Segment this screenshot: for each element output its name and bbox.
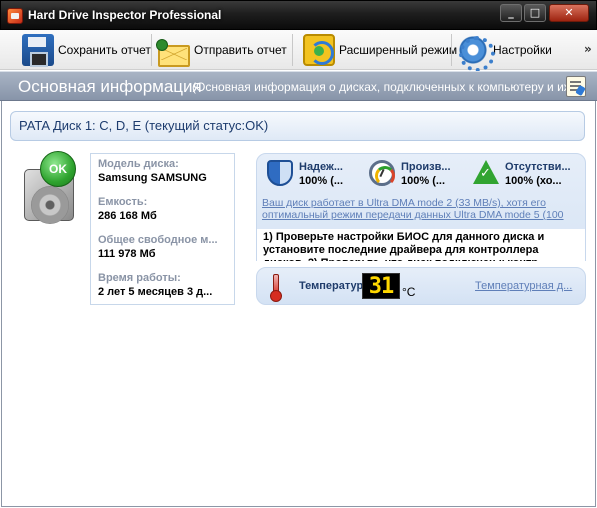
settings-button[interactable]: Настройки bbox=[457, 32, 552, 72]
no-errors-check-icon bbox=[473, 160, 499, 184]
performance-gauge-icon bbox=[369, 160, 395, 186]
reliability-metric[interactable]: Надеж... 100% (... bbox=[267, 160, 371, 192]
toolbar-separator bbox=[151, 34, 152, 66]
window-title: Hard Drive Inspector Professional bbox=[28, 8, 222, 22]
uptime-row: Время работы: 2 лет 5 месяцев 3 д... bbox=[98, 272, 232, 298]
capacity-label: Емкость: bbox=[98, 196, 148, 208]
disk-platter bbox=[31, 186, 69, 224]
disk-model-row: Модель диска: Samsung SAMSUNG bbox=[98, 158, 232, 184]
toolbar-overflow-button[interactable]: » bbox=[584, 42, 592, 56]
performance-label: Произв... bbox=[401, 161, 451, 173]
reliability-label: Надеж... bbox=[299, 161, 343, 173]
maximize-button[interactable]: □ bbox=[524, 4, 546, 22]
disk-header[interactable]: PATA Диск 1: C, D, E (текущий статус:OK) bbox=[10, 111, 585, 141]
disk-header-label: PATA Диск 1: C, D, E (текущий статус:OK) bbox=[19, 118, 269, 133]
performance-value: 100% (... bbox=[401, 175, 446, 187]
hard-disk-icon: OK bbox=[24, 151, 78, 224]
close-button[interactable]: ✕ bbox=[549, 4, 589, 22]
settings-gear-icon bbox=[457, 34, 495, 72]
capacity-row: Емкость: 286 168 Мб bbox=[98, 196, 232, 222]
save-report-icon bbox=[22, 34, 54, 67]
settings-label: Настройки bbox=[493, 43, 552, 57]
no-errors-label: Отсутстви... bbox=[505, 161, 571, 173]
toolbar-separator bbox=[292, 34, 293, 66]
save-report-label: Сохранить отчет bbox=[58, 43, 151, 57]
performance-metric[interactable]: Произв... 100% (... bbox=[369, 160, 473, 192]
title-bar: Hard Drive Inspector Professional _ □ ✕ bbox=[0, 0, 597, 30]
send-report-button[interactable]: Отправить отчет bbox=[156, 32, 287, 68]
report-edit-icon[interactable] bbox=[566, 76, 586, 97]
temperature-display: 31 bbox=[362, 273, 400, 299]
disk-model-label: Модель диска: bbox=[98, 158, 179, 170]
temperature-unit: °C bbox=[402, 285, 416, 299]
advanced-mode-icon bbox=[303, 34, 335, 66]
free-space-label: Общее свободное м... bbox=[98, 234, 218, 246]
dma-mode-link[interactable]: Ваш диск работает в Ultra DMA mode 2 (33… bbox=[262, 197, 580, 221]
temperature-panel: Температура 31 °C Температурная д... bbox=[256, 267, 586, 305]
capacity-value: 286 168 Мб bbox=[98, 210, 157, 222]
reliability-shield-icon bbox=[267, 160, 293, 186]
free-space-value: 111 978 Мб bbox=[98, 248, 156, 260]
section-title: Основная информация bbox=[18, 77, 202, 96]
temperature-label: Температура bbox=[299, 280, 370, 292]
main-panel: PATA Диск 1: C, D, E (текущий статус:OK)… bbox=[1, 101, 596, 507]
no-errors-value: 100% (хо... bbox=[505, 175, 562, 187]
uptime-label: Время работы: bbox=[98, 272, 181, 284]
section-header: Основная информация (Основная информация… bbox=[0, 71, 597, 101]
save-report-button[interactable]: Сохранить отчет bbox=[22, 32, 151, 68]
advanced-mode-label: Расширенный режим bbox=[339, 43, 458, 57]
ok-status-badge: OK bbox=[40, 151, 76, 187]
minimize-button[interactable]: _ bbox=[500, 4, 522, 22]
send-report-label: Отправить отчет bbox=[194, 43, 287, 57]
disk-model-value: Samsung SAMSUNG bbox=[98, 172, 207, 184]
advice-text: 1) Проверьте настройки БИОС для данного … bbox=[256, 229, 586, 261]
uptime-value: 2 лет 5 месяцев 3 д... bbox=[98, 286, 213, 298]
temperature-history-link[interactable]: Температурная д... bbox=[475, 280, 572, 292]
section-description: (Основная информация о дисках, подключен… bbox=[192, 80, 584, 94]
no-errors-metric[interactable]: Отсутстви... 100% (хо... bbox=[473, 160, 577, 192]
toolbar: Сохранить отчет Отправить отчет Расширен… bbox=[0, 30, 597, 72]
send-report-icon bbox=[156, 39, 190, 67]
advanced-mode-button[interactable]: Расширенный режим bbox=[303, 32, 457, 68]
free-space-row: Общее свободное м... 111 978 Мб bbox=[98, 234, 232, 260]
reliability-value: 100% (... bbox=[299, 175, 344, 187]
toolbar-separator bbox=[451, 34, 452, 66]
thermometer-icon bbox=[270, 274, 282, 302]
app-icon bbox=[7, 8, 23, 24]
disk-info-box: Модель диска: Samsung SAMSUNG Емкость: 2… bbox=[90, 153, 235, 305]
